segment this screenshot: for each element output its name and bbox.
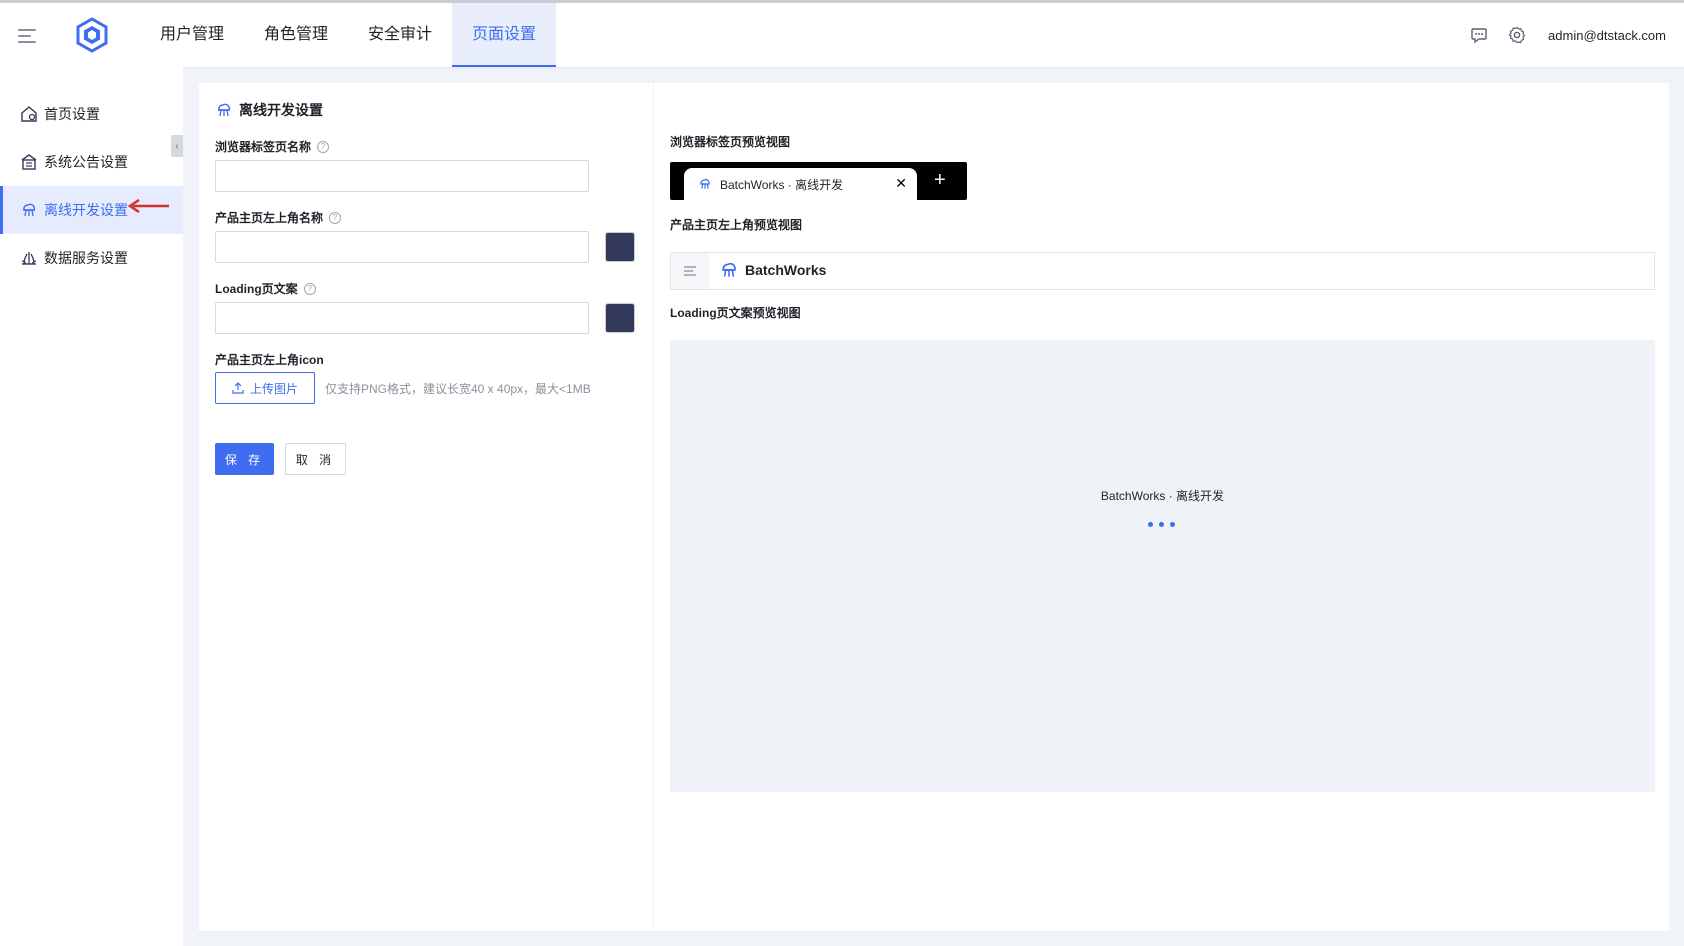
preview-brand-name: BatchWorks (745, 262, 827, 278)
header-name-label: 产品主页左上角名称 ? (215, 209, 342, 226)
form-section-title: 离线开发设置 (215, 100, 323, 120)
upload-icon (232, 382, 244, 394)
preview-tab: BatchWorks · 离线开发 ✕ (684, 168, 917, 200)
announcement-icon (20, 153, 38, 171)
sidebar-item-label: 系统公告设置 (44, 154, 128, 170)
sidebar-item-label: 数据服务设置 (44, 250, 128, 266)
upload-hint: 仅支持PNG格式，建议长宽40 x 40px，最大<1MB (325, 382, 591, 396)
menu-icon (671, 253, 709, 289)
home-settings-icon (20, 105, 38, 123)
preview-panel: 浏览器标签页预览视图 BatchWorks · 离线开发 ✕ + 产品主页左上角… (654, 83, 1669, 931)
help-icon[interactable]: ? (329, 211, 342, 224)
batch-cloud-icon (700, 178, 710, 189)
loading-preview: BatchWorks · 离线开发 (670, 340, 1655, 792)
sidebar-item-announcement-settings[interactable]: 系统公告设置 (0, 138, 183, 186)
cancel-button[interactable]: 取 消 (285, 443, 346, 475)
menu-toggle-icon[interactable] (18, 29, 36, 47)
help-icon[interactable]: ? (303, 282, 316, 295)
batch-cloud-icon (218, 103, 231, 117)
loading-text-input[interactable] (215, 302, 589, 334)
app-logo[interactable] (74, 17, 110, 53)
loading-text-label: Loading页文案 ? (215, 280, 316, 297)
loading-spinner-icon (1148, 522, 1175, 527)
save-button[interactable]: 保 存 (215, 443, 274, 475)
header-icon-label: 产品主页左上角icon (215, 353, 324, 367)
tab-preview-label: 浏览器标签页预览视图 (670, 135, 791, 149)
browser-tab-preview: BatchWorks · 离线开发 ✕ + (670, 162, 967, 200)
batch-cloud-icon (722, 262, 736, 277)
plus-icon: + (934, 169, 946, 191)
nav-tab-role-management[interactable]: 角色管理 (244, 3, 348, 67)
header-name-input[interactable] (215, 231, 589, 263)
preview-brand: BatchWorks (719, 260, 826, 280)
preview-tab-title: BatchWorks · 离线开发 (720, 177, 844, 192)
upload-image-button[interactable]: 上传图片 (215, 372, 315, 404)
sidebar-collapse-button[interactable]: ‹ (171, 135, 183, 157)
sidebar-item-label: 首页设置 (44, 106, 100, 122)
message-icon[interactable] (1468, 24, 1490, 46)
settings-form-panel: 离线开发设置 浏览器标签页名称 ? 产品主页左上角名称 ? Loading页文案… (199, 83, 653, 931)
batch-cloud-icon (20, 201, 38, 219)
sidebar-item-label: 离线开发设置 (44, 202, 128, 218)
nav-tab-security-audit[interactable]: 安全审计 (348, 3, 452, 67)
nav-tab-page-settings[interactable]: 页面设置 (452, 3, 557, 67)
red-arrow-annotation (127, 199, 169, 213)
top-navbar: 用户管理 角色管理 安全审计 页面设置 admin@dtstack.com (0, 0, 1684, 67)
header-name-color-picker[interactable] (605, 232, 635, 262)
browser-tab-name-label: 浏览器标签页名称 ? (215, 138, 330, 155)
gear-icon[interactable] (1506, 24, 1528, 46)
nav-tab-user-management[interactable]: 用户管理 (140, 3, 244, 67)
help-icon[interactable]: ? (317, 140, 330, 153)
sidebar-item-data-service-settings[interactable]: 数据服务设置 (0, 234, 183, 282)
header-preview: BatchWorks (670, 252, 1655, 290)
browser-tab-name-input[interactable] (215, 160, 589, 192)
main-nav: 用户管理 角色管理 安全审计 页面设置 (140, 3, 557, 67)
loading-preview-text: BatchWorks · 离线开发 (1100, 489, 1225, 503)
user-account[interactable]: admin@dtstack.com (1548, 28, 1666, 43)
loading-text-color-picker[interactable] (605, 303, 635, 333)
header-preview-label: 产品主页左上角预览视图 (670, 218, 803, 232)
data-service-icon (20, 249, 38, 267)
sidebar-item-home-settings[interactable]: 首页设置 (0, 90, 183, 138)
close-icon: ✕ (895, 175, 907, 191)
loading-preview-label: Loading页文案预览视图 (670, 306, 801, 320)
topbar-actions: admin@dtstack.com (1468, 3, 1666, 67)
